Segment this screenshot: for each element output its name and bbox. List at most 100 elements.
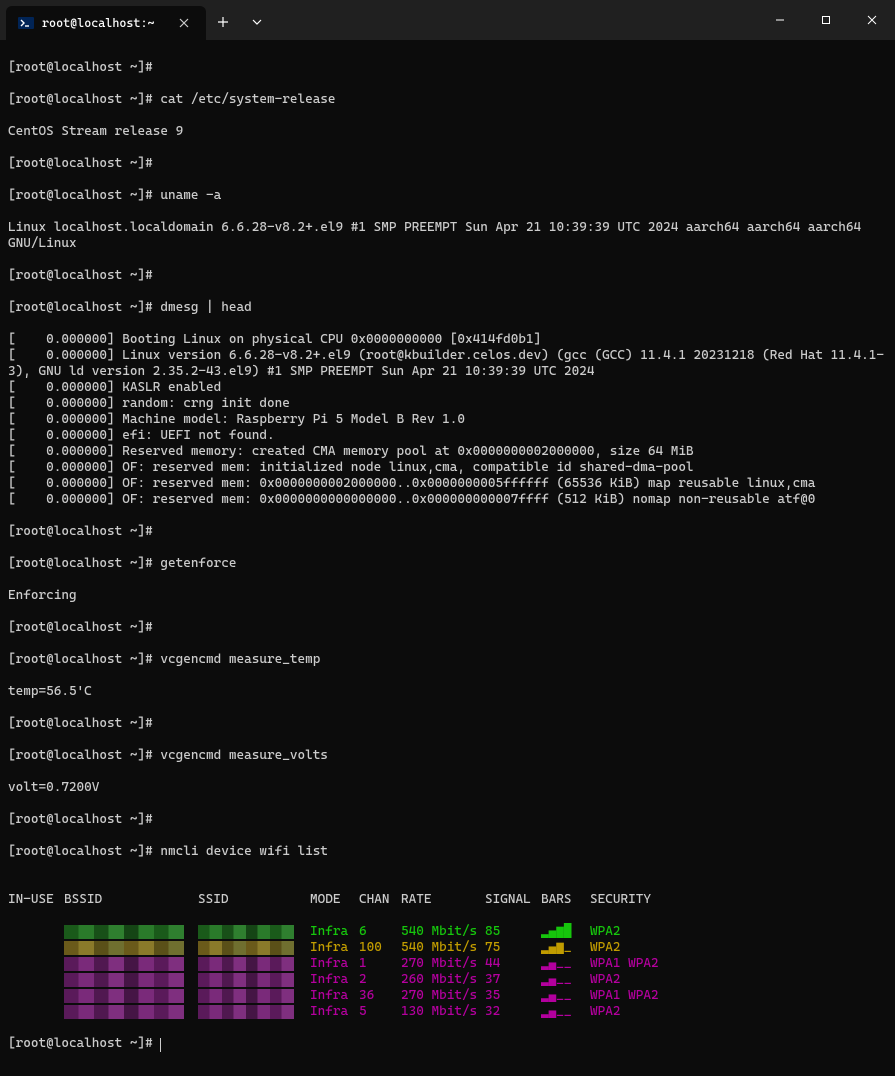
bssid-redacted bbox=[64, 1005, 184, 1019]
terminal-viewport[interactable]: [root@localhost ~]# [root@localhost ~]# … bbox=[0, 40, 895, 1076]
maximize-icon bbox=[821, 15, 831, 25]
wifi-signal: 35 bbox=[485, 988, 541, 1004]
wifi-chan: 5 bbox=[359, 1004, 401, 1020]
command-line: [root@localhost ~]# dmesg | head bbox=[8, 300, 887, 316]
powershell-icon bbox=[18, 15, 34, 31]
new-tab-button[interactable] bbox=[206, 5, 240, 39]
wifi-signal: 75 bbox=[485, 940, 541, 956]
wifi-mode: Infra bbox=[310, 924, 359, 940]
prompt-line: [root@localhost ~]# bbox=[8, 716, 887, 732]
wifi-bars: ▂▄__ bbox=[541, 988, 590, 1004]
wifi-security: WPA2 bbox=[590, 940, 690, 956]
command-line: [root@localhost ~]# cat /etc/system-rele… bbox=[8, 92, 887, 108]
wifi-table-body: Infra6540 Mbit/s85▂▄▆█WPA2Infra100540 Mb… bbox=[8, 924, 887, 1020]
wifi-rate: 270 Mbit/s bbox=[401, 956, 485, 972]
output-line: [ 0.000000] KASLR enabled bbox=[8, 380, 887, 396]
prompt-line: [root@localhost ~]# bbox=[8, 268, 887, 284]
wifi-table-row: Infra2260 Mbit/s37▂▄__WPA2 bbox=[8, 972, 887, 988]
output-line: [ 0.000000] OF: reserved mem: initialize… bbox=[8, 460, 887, 476]
wifi-col-bssid: BSSID bbox=[64, 892, 198, 908]
tab-dropdown-button[interactable] bbox=[240, 5, 274, 39]
wifi-bars: ▂▄__ bbox=[541, 956, 590, 972]
prompt-line: [root@localhost ~]# bbox=[8, 620, 887, 636]
output-line: [ 0.000000] Linux version 6.6.28-v8.2+.e… bbox=[8, 348, 887, 380]
wifi-mode: Infra bbox=[310, 956, 359, 972]
wifi-table-row: Infra36270 Mbit/s35▂▄__WPA1 WPA2 bbox=[8, 988, 887, 1004]
close-icon bbox=[867, 15, 877, 25]
wifi-col-security: SECURITY bbox=[590, 892, 690, 908]
command-line: [root@localhost ~]# nmcli device wifi li… bbox=[8, 844, 887, 860]
wifi-security: WPA1 WPA2 bbox=[590, 956, 690, 972]
wifi-signal: 85 bbox=[485, 924, 541, 940]
wifi-col-rate: RATE bbox=[401, 892, 485, 908]
command-line: [root@localhost ~]# uname -a bbox=[8, 188, 887, 204]
prompt-line: [root@localhost ~]# bbox=[8, 60, 887, 76]
wifi-table-row: Infra1270 Mbit/s44▂▄__WPA1 WPA2 bbox=[8, 956, 887, 972]
wifi-chan: 36 bbox=[359, 988, 401, 1004]
terminal-cursor bbox=[160, 1038, 161, 1052]
bssid-redacted bbox=[64, 989, 184, 1003]
command-line: [root@localhost ~]# vcgencmd measure_tem… bbox=[8, 652, 887, 668]
wifi-chan: 2 bbox=[359, 972, 401, 988]
command-line: [root@localhost ~]# getenforce bbox=[8, 556, 887, 572]
wifi-mode: Infra bbox=[310, 972, 359, 988]
wifi-bars: ▂▄__ bbox=[541, 972, 590, 988]
wifi-security: WPA2 bbox=[590, 924, 690, 940]
wifi-bars: ▂▄▆█ bbox=[541, 924, 590, 940]
window-close-button[interactable] bbox=[849, 0, 895, 40]
output-line: volt=0.7200V bbox=[8, 780, 887, 796]
wifi-col-signal: SIGNAL bbox=[485, 892, 541, 908]
wifi-security: WPA2 bbox=[590, 972, 690, 988]
wifi-table-row: Infra5130 Mbit/s32▂▄__WPA2 bbox=[8, 1004, 887, 1020]
wifi-bars: ▂▄__ bbox=[541, 1004, 590, 1020]
chevron-down-icon bbox=[252, 17, 262, 27]
plus-icon bbox=[217, 16, 229, 28]
wifi-mode: Infra bbox=[310, 940, 359, 956]
wifi-bars: ▂▄▆_ bbox=[541, 940, 590, 956]
output-line: [ 0.000000] OF: reserved mem: 0x00000000… bbox=[8, 492, 887, 508]
wifi-rate: 270 Mbit/s bbox=[401, 988, 485, 1004]
ssid-redacted bbox=[198, 957, 294, 971]
output-line: [ 0.000000] Reserved memory: created CMA… bbox=[8, 444, 887, 460]
wifi-table-header: IN-USEBSSIDSSIDMODECHANRATESIGNALBARSSEC… bbox=[8, 892, 887, 908]
titlebar-drag-region[interactable] bbox=[274, 0, 757, 40]
wifi-mode: Infra bbox=[310, 988, 359, 1004]
output-line: [ 0.000000] random: crng init done bbox=[8, 396, 887, 412]
output-line: Linux localhost.localdomain 6.6.28-v8.2+… bbox=[8, 220, 887, 252]
bssid-redacted bbox=[64, 925, 184, 939]
ssid-redacted bbox=[198, 989, 294, 1003]
bssid-redacted bbox=[64, 957, 184, 971]
wifi-rate: 540 Mbit/s bbox=[401, 940, 485, 956]
window-minimize-button[interactable] bbox=[757, 0, 803, 40]
output-line: [ 0.000000] Machine model: Raspberry Pi … bbox=[8, 412, 887, 428]
tab-active[interactable]: root@localhost:~ bbox=[6, 6, 206, 40]
ssid-redacted bbox=[198, 973, 294, 987]
wifi-chan: 6 bbox=[359, 924, 401, 940]
tab-close-button[interactable] bbox=[176, 15, 192, 31]
wifi-signal: 37 bbox=[485, 972, 541, 988]
output-line: CentOS Stream release 9 bbox=[8, 124, 887, 140]
wifi-rate: 260 Mbit/s bbox=[401, 972, 485, 988]
output-line: [ 0.000000] efi: UEFI not found. bbox=[8, 428, 887, 444]
wifi-security: WPA2 bbox=[590, 1004, 690, 1020]
prompt-line: [root@localhost ~]# bbox=[8, 156, 887, 172]
output-line: Enforcing bbox=[8, 588, 887, 604]
wifi-chan: 100 bbox=[359, 940, 401, 956]
wifi-col-ssid: SSID bbox=[198, 892, 310, 908]
tab-title: root@localhost:~ bbox=[42, 16, 168, 30]
close-icon bbox=[179, 18, 189, 28]
wifi-security: WPA1 WPA2 bbox=[590, 988, 690, 1004]
prompt-line: [root@localhost ~]# bbox=[8, 1036, 887, 1052]
dmesg-output: [ 0.000000] Booting Linux on physical CP… bbox=[8, 332, 887, 508]
bssid-redacted bbox=[64, 941, 184, 955]
window-maximize-button[interactable] bbox=[803, 0, 849, 40]
wifi-chan: 1 bbox=[359, 956, 401, 972]
wifi-col-bars: BARS bbox=[541, 892, 590, 908]
prompt-line: [root@localhost ~]# bbox=[8, 812, 887, 828]
prompt-line: [root@localhost ~]# bbox=[8, 524, 887, 540]
wifi-col-chan: CHAN bbox=[359, 892, 401, 908]
wifi-col-mode: MODE bbox=[310, 892, 359, 908]
ssid-redacted bbox=[198, 1005, 294, 1019]
wifi-rate: 540 Mbit/s bbox=[401, 924, 485, 940]
wifi-signal: 32 bbox=[485, 1004, 541, 1020]
